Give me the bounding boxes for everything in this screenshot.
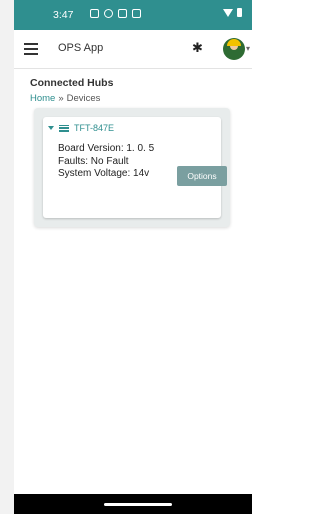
breadcrumb: Home» Devices	[30, 93, 100, 104]
calendar-icon	[132, 9, 141, 18]
status-icons	[90, 9, 141, 18]
screen: 3:47 OPS App ✱ ▾ Connected Hubs Home » D…	[14, 0, 252, 514]
faults: Faults: No Fault	[58, 155, 129, 167]
app-bar: OPS App ✱ ▾	[14, 30, 252, 69]
expand-caret-icon[interactable]	[48, 126, 54, 130]
home-indicator[interactable]	[104, 503, 172, 506]
status-time: 3:47	[53, 9, 74, 21]
app-title: OPS App	[58, 42, 104, 54]
system-voltage: System Voltage: 14v	[58, 168, 150, 179]
board-version: Board Version: 1. 0. 5	[58, 143, 155, 154]
circle-icon	[104, 9, 113, 18]
device-info: Board Version: 1. 0. 5 Faults: No Fault …	[58, 143, 154, 181]
options-button[interactable]: Options	[177, 166, 227, 186]
device-card: TFT-847E Board Version: 1. 0. 5 Faults: …	[43, 117, 227, 218]
avatar[interactable]	[223, 38, 245, 60]
status-right	[223, 8, 242, 17]
hard-hat-icon	[227, 39, 241, 46]
hubs-panel: TFT-847E Board Version: 1. 0. 5 Faults: …	[34, 108, 230, 227]
bluetooth-icon[interactable]: ✱	[192, 40, 203, 56]
breadcrumb-current: Devices	[66, 93, 101, 104]
breadcrumb-separator: »	[58, 93, 64, 104]
battery-icon	[237, 8, 242, 17]
status-bar: 3:47	[14, 0, 252, 30]
device-header[interactable]: TFT-847E	[48, 123, 114, 133]
square-icon	[90, 9, 99, 18]
page-title: Connected Hubs	[30, 77, 114, 89]
device-frame: 3:47 OPS App ✱ ▾ Connected Hubs Home » D…	[0, 0, 252, 514]
calendar-icon	[118, 9, 127, 18]
wifi-icon	[223, 8, 233, 17]
chevron-down-icon[interactable]: ▾	[246, 44, 250, 53]
system-nav-bar	[14, 494, 252, 514]
breadcrumb-home[interactable]: Home	[30, 93, 55, 104]
device-icon	[59, 124, 69, 132]
device-name[interactable]: TFT-847E	[74, 123, 114, 133]
menu-icon[interactable]	[24, 43, 38, 55]
